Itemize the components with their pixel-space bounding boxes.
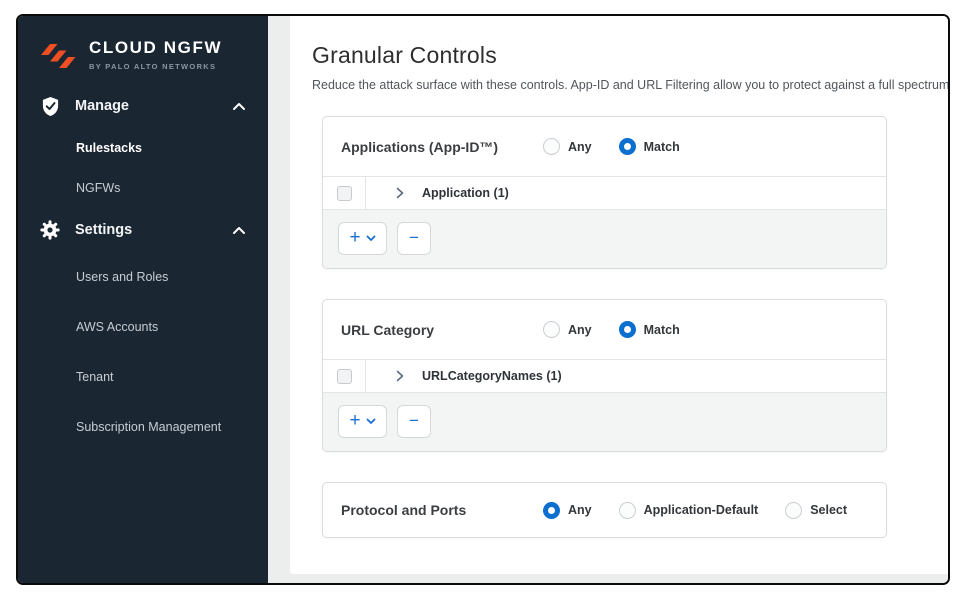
- row-main: URLCategoryNames (1): [366, 360, 562, 392]
- chevron-down-icon: [366, 418, 376, 425]
- chevron-up-icon: [232, 102, 246, 111]
- radio-option-match[interactable]: Match: [619, 138, 680, 155]
- add-button[interactable]: +: [338, 222, 387, 255]
- add-button[interactable]: +: [338, 405, 387, 438]
- url-category-toolbar: + −: [323, 392, 886, 451]
- protocol-and-ports-header: Protocol and Ports Any Application-Defau…: [323, 483, 886, 537]
- app-window: CLOUD NGFW BY PALO ALTO NETWORKS Manage: [16, 14, 950, 585]
- minus-icon: −: [409, 412, 419, 429]
- radio-option-any[interactable]: Any: [543, 138, 592, 155]
- sidebar-item-aws-accounts[interactable]: AWS Accounts: [18, 302, 268, 352]
- applications-panel: Applications (App-ID™) Any Match: [322, 116, 887, 269]
- sidebar-section-label: Settings: [75, 222, 132, 238]
- panel-title: Protocol and Ports: [341, 502, 537, 518]
- radio-icon[interactable]: [785, 502, 802, 519]
- brand: CLOUD NGFW BY PALO ALTO NETWORKS: [18, 16, 268, 72]
- page-subtitle: Reduce the attack surface with these con…: [312, 78, 948, 92]
- sidebar-item-tenant[interactable]: Tenant: [18, 352, 268, 402]
- radio-label: Any: [568, 140, 592, 154]
- panel-title: URL Category: [341, 322, 537, 338]
- applications-options: Any Match: [543, 138, 680, 155]
- plus-icon: +: [349, 411, 360, 430]
- row-checkbox[interactable]: [337, 186, 352, 201]
- radio-selected-icon[interactable]: [543, 502, 560, 519]
- sidebar-section-label: Manage: [75, 98, 129, 114]
- plus-icon: +: [349, 228, 360, 247]
- protocol-options: Any Application-Default Select: [543, 502, 847, 519]
- brand-subtitle: BY PALO ALTO NETWORKS: [89, 62, 222, 71]
- radio-selected-icon[interactable]: [619, 138, 636, 155]
- main-area: Granular Controls Reduce the attack surf…: [268, 16, 948, 583]
- table-row: URLCategoryNames (1): [323, 359, 886, 392]
- minus-icon: −: [409, 229, 419, 246]
- url-category-options: Any Match: [543, 321, 680, 338]
- radio-label: Select: [810, 503, 847, 517]
- radio-label: Match: [644, 140, 680, 154]
- brand-title: CLOUD NGFW: [89, 38, 222, 58]
- radio-label: Any: [568, 323, 592, 337]
- chevron-right-icon[interactable]: [396, 187, 404, 199]
- remove-button[interactable]: −: [397, 222, 431, 255]
- sidebar-section-settings[interactable]: Settings: [18, 208, 268, 252]
- sidebar-item-ngfws[interactable]: NGFWs: [18, 168, 268, 208]
- remove-button[interactable]: −: [397, 405, 431, 438]
- row-label: URLCategoryNames (1): [422, 369, 562, 383]
- radio-selected-icon[interactable]: [619, 321, 636, 338]
- checkbox-cell: [323, 360, 366, 392]
- row-checkbox[interactable]: [337, 369, 352, 384]
- radio-option-application-default[interactable]: Application-Default: [619, 502, 759, 519]
- row-label: Application (1): [422, 186, 509, 200]
- palo-alto-networks-logo-icon: [40, 40, 78, 72]
- panel-title: Applications (App-ID™): [341, 139, 537, 155]
- radio-label: Match: [644, 323, 680, 337]
- sidebar-item-rulestacks[interactable]: Rulestacks: [18, 128, 268, 168]
- url-category-panel: URL Category Any Match: [322, 299, 887, 452]
- table-row: Application (1): [323, 176, 886, 209]
- page-title: Granular Controls: [312, 42, 948, 69]
- sidebar-nav: Manage Rulestacks NGFWs: [18, 84, 268, 452]
- checkbox-cell: [323, 177, 366, 209]
- applications-toolbar: + −: [323, 209, 886, 268]
- chevron-right-icon[interactable]: [396, 370, 404, 382]
- radio-icon[interactable]: [543, 321, 560, 338]
- brand-text: CLOUD NGFW BY PALO ALTO NETWORKS: [89, 38, 222, 71]
- sidebar-item-subscription-management[interactable]: Subscription Management: [18, 402, 268, 452]
- gear-icon: [40, 219, 60, 241]
- radio-option-select[interactable]: Select: [785, 502, 847, 519]
- applications-panel-header: Applications (App-ID™) Any Match: [323, 117, 886, 176]
- radio-option-any[interactable]: Any: [543, 321, 592, 338]
- row-main: Application (1): [366, 177, 509, 209]
- panels: Applications (App-ID™) Any Match: [322, 116, 887, 538]
- chevron-down-icon: [366, 235, 376, 242]
- radio-option-match[interactable]: Match: [619, 321, 680, 338]
- chevron-up-icon: [232, 226, 246, 235]
- radio-label: Application-Default: [644, 503, 759, 517]
- radio-icon[interactable]: [619, 502, 636, 519]
- shield-check-icon: [40, 95, 60, 117]
- radio-label: Any: [568, 503, 592, 517]
- radio-icon[interactable]: [543, 138, 560, 155]
- sidebar: CLOUD NGFW BY PALO ALTO NETWORKS Manage: [18, 16, 268, 583]
- radio-option-any[interactable]: Any: [543, 502, 592, 519]
- sidebar-section-manage[interactable]: Manage: [18, 84, 268, 128]
- granular-controls-page: Granular Controls Reduce the attack surf…: [290, 16, 948, 574]
- url-category-panel-header: URL Category Any Match: [323, 300, 886, 359]
- protocol-and-ports-panel: Protocol and Ports Any Application-Defau…: [322, 482, 887, 538]
- sidebar-item-users-and-roles[interactable]: Users and Roles: [18, 252, 268, 302]
